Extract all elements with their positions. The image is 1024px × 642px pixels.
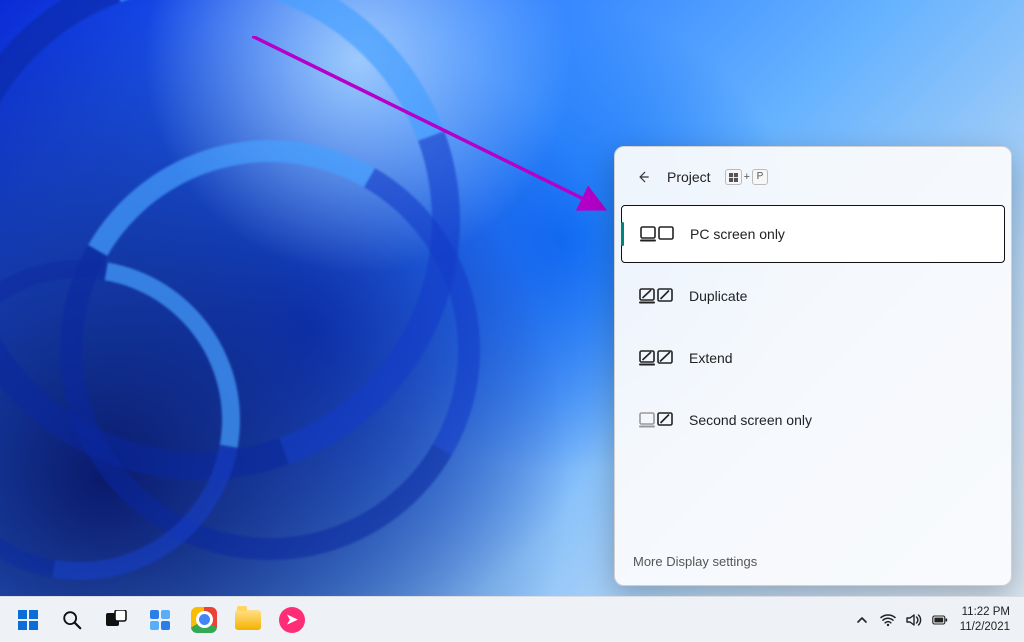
taskbar: ➤ 11:22 PM 11/2/2021 [0,596,1024,642]
task-view-icon [105,610,127,630]
pinned-app-button[interactable]: ➤ [272,600,312,640]
pc-screen-only-icon [640,224,674,244]
taskbar-right: 11:22 PM 11/2/2021 [854,605,1014,634]
clock-date: 11/2/2021 [960,620,1010,634]
search-button[interactable] [52,600,92,640]
extend-icon [639,348,673,368]
battery-icon[interactable] [932,612,948,628]
volume-icon[interactable] [906,612,922,628]
tray-overflow-icon[interactable] [854,612,870,628]
windows-logo-icon [17,609,39,631]
taskbar-clock[interactable]: 11:22 PM 11/2/2021 [956,605,1014,634]
more-display-settings-link[interactable]: More Display settings [615,539,1011,585]
chrome-icon [191,607,217,633]
project-flyout: Project + P PC screen only [614,146,1012,586]
system-tray[interactable] [854,612,948,628]
chrome-button[interactable] [184,600,224,640]
win-key-icon [725,169,742,185]
folder-icon [235,607,261,633]
arrow-left-icon [636,170,650,184]
wifi-icon[interactable] [880,612,896,628]
option-label: Duplicate [689,288,747,304]
option-label: Extend [689,350,733,366]
taskbar-left: ➤ [8,600,312,640]
shortcut-plus: + [744,171,750,183]
shortcut-hint: + P [725,169,768,185]
clock-time: 11:22 PM [960,605,1010,619]
back-button[interactable] [629,163,657,191]
widgets-button[interactable] [140,600,180,640]
task-view-button[interactable] [96,600,136,640]
flyout-header: Project + P [615,153,1011,205]
project-options: PC screen only Duplicate [615,205,1011,539]
option-duplicate[interactable]: Duplicate [621,267,1005,325]
shortcut-p-key: P [752,169,768,185]
option-pc-screen-only[interactable]: PC screen only [621,205,1005,263]
option-label: PC screen only [690,226,785,242]
option-extend[interactable]: Extend [621,329,1005,387]
flyout-title: Project [667,169,711,185]
search-icon [61,609,83,631]
option-second-screen-only[interactable]: Second screen only [621,391,1005,449]
option-label: Second screen only [689,412,812,428]
second-screen-only-icon [639,410,673,430]
duplicate-icon [639,286,673,306]
start-button[interactable] [8,600,48,640]
pinned-app-icon: ➤ [279,607,305,633]
widgets-icon [148,608,172,632]
file-explorer-button[interactable] [228,600,268,640]
